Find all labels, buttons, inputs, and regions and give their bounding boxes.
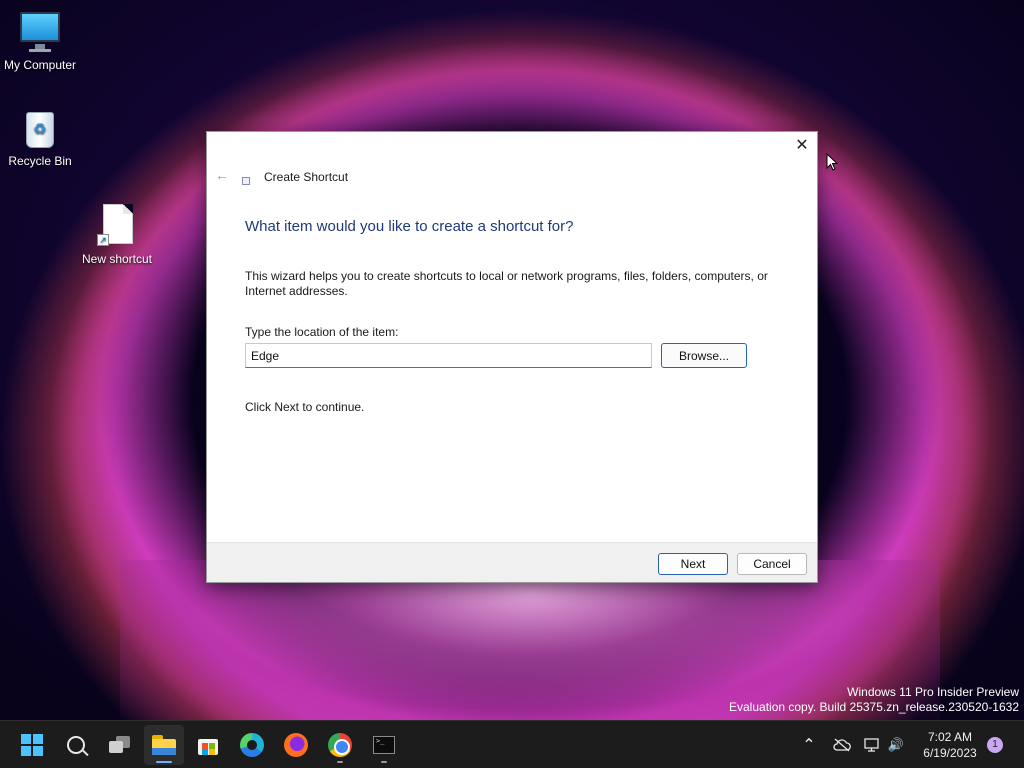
task-view-button[interactable] (100, 725, 140, 765)
search-button[interactable] (56, 725, 96, 765)
taskbar-firefox[interactable] (276, 725, 316, 765)
network-icon[interactable] (861, 721, 883, 768)
monitor-icon (18, 10, 62, 54)
browse-button[interactable]: Browse... (661, 343, 747, 368)
terminal-icon: >_ (373, 736, 395, 754)
taskbar-edge[interactable] (232, 725, 272, 765)
dialog-title: Create Shortcut (264, 170, 349, 184)
microsoft-store-icon (197, 734, 219, 756)
desktop-icon-label: New shortcut (81, 252, 153, 266)
continue-hint: Click Next to continue. (245, 400, 365, 414)
wizard-description: This wizard helps you to create shortcut… (245, 269, 768, 298)
chrome-icon (328, 733, 352, 757)
back-arrow-icon[interactable]: ← (215, 168, 229, 182)
recycle-bin-icon: ♻ (18, 106, 62, 150)
show-hidden-icons-chevron-icon[interactable]: ⌃ (798, 721, 820, 768)
dialog-footer: Next Cancel (207, 542, 817, 582)
location-input[interactable] (245, 343, 652, 368)
taskbar-chrome[interactable] (320, 725, 360, 765)
shortcut-wizard-icon (242, 177, 250, 185)
file-explorer-icon (152, 735, 176, 755)
watermark-edition: Windows 11 Pro Insider Preview (847, 685, 1019, 699)
running-indicator (381, 761, 387, 763)
desktop-icon-recycle-bin[interactable]: ♻ Recycle Bin (0, 106, 80, 168)
taskbar-microsoft-store[interactable] (188, 725, 228, 765)
desktop-icon-label: Recycle Bin (8, 154, 72, 168)
clock-time: 7:02 AM (927, 730, 973, 744)
task-view-icon (109, 736, 131, 754)
edge-icon (240, 733, 264, 757)
running-indicator (337, 761, 343, 763)
volume-icon[interactable]: 🔊 (885, 721, 907, 768)
active-indicator (156, 761, 172, 763)
taskbar-terminal[interactable]: >_ (364, 725, 404, 765)
cloud-offline-icon[interactable] (830, 721, 854, 768)
desktop-icon-label: My Computer (3, 58, 77, 72)
desktop-icon-my-computer[interactable]: My Computer (0, 10, 80, 72)
start-icon (21, 734, 43, 756)
watermark-build: Evaluation copy. Build 25375.zn_release.… (729, 700, 1019, 714)
taskbar-file-explorer[interactable] (144, 725, 184, 765)
shortcut-file-icon: ↗ (95, 204, 139, 248)
location-label: Type the location of the item: (245, 325, 399, 339)
taskbar: >_ ⌃ 🔊 7:02 AM 6/19/2023 1 (0, 720, 1024, 768)
wizard-heading: What item would you like to create a sho… (245, 218, 574, 235)
notification-badge[interactable]: 1 (987, 737, 1003, 753)
clock-date: 6/19/2023 (923, 746, 977, 760)
evaluation-watermark: Windows 11 Pro Insider Preview Evaluatio… (729, 685, 1019, 715)
search-icon (67, 736, 85, 754)
mouse-cursor-icon (826, 153, 838, 171)
cancel-button[interactable]: Cancel (737, 553, 807, 575)
firefox-icon (284, 733, 308, 757)
create-shortcut-dialog: ✕ ← Create Shortcut What item would you … (206, 131, 818, 583)
system-clock[interactable]: 7:02 AM 6/19/2023 (905, 729, 995, 761)
start-button[interactable] (12, 725, 52, 765)
close-icon[interactable]: ✕ (793, 138, 811, 156)
desktop-icon-new-shortcut[interactable]: ↗ New shortcut (77, 204, 157, 266)
next-button[interactable]: Next (658, 553, 728, 575)
